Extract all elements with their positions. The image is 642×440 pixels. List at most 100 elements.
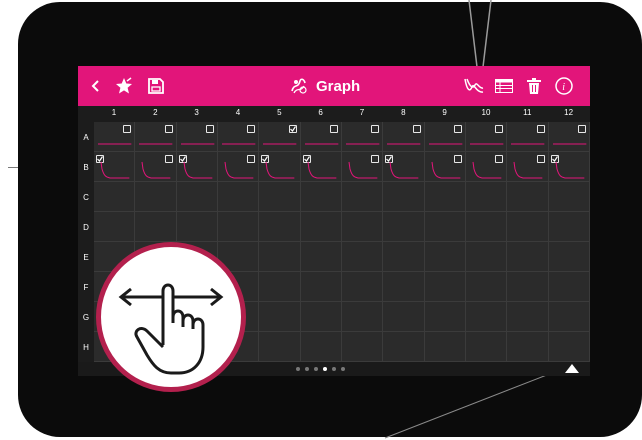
page-dot[interactable] (305, 367, 309, 371)
well-cell[interactable] (383, 122, 425, 152)
well-cell[interactable] (507, 152, 549, 182)
row-label: B (83, 163, 89, 172)
well-cell[interactable] (383, 302, 425, 332)
well-cell[interactable] (341, 302, 384, 332)
page-dot[interactable] (341, 367, 345, 371)
well-cell[interactable] (424, 182, 466, 212)
well-cell[interactable] (465, 242, 508, 272)
well-cell[interactable] (424, 272, 466, 302)
well-cell[interactable] (176, 122, 218, 152)
well-cell[interactable] (217, 122, 260, 152)
well-cell[interactable] (300, 122, 342, 152)
well-baseline-trace (98, 143, 132, 145)
well-cell[interactable] (341, 242, 384, 272)
well-cell[interactable] (424, 242, 466, 272)
well-cell[interactable] (507, 242, 549, 272)
well-cell[interactable] (300, 332, 342, 362)
well-cell[interactable] (176, 182, 218, 212)
well-cell[interactable] (383, 272, 425, 302)
column-label: 12 (564, 108, 574, 117)
page-dot[interactable] (332, 367, 336, 371)
well-cell[interactable] (548, 302, 590, 332)
well-cell[interactable] (341, 272, 384, 302)
well-cell[interactable] (259, 122, 301, 152)
well-cell[interactable] (383, 212, 425, 242)
well-cell[interactable] (135, 182, 177, 212)
well-cell[interactable] (135, 122, 177, 152)
well-cell[interactable] (259, 242, 301, 272)
well-cell[interactable] (383, 182, 425, 212)
well-cell[interactable] (300, 272, 342, 302)
page-dot[interactable] (296, 367, 300, 371)
table-view-button[interactable] (492, 74, 516, 98)
well-cell[interactable] (217, 182, 260, 212)
well-cell[interactable] (507, 122, 549, 152)
well-cell[interactable] (300, 152, 342, 182)
well-cell[interactable] (94, 212, 136, 242)
well-baseline-trace (263, 143, 297, 145)
well-cell[interactable] (548, 182, 590, 212)
well-cell[interactable] (548, 122, 590, 152)
well-cell[interactable] (465, 212, 508, 242)
well-cell[interactable] (548, 152, 590, 182)
well-cell[interactable] (548, 272, 590, 302)
well-cell[interactable] (259, 332, 301, 362)
well-cell[interactable] (465, 332, 508, 362)
well-cell[interactable] (424, 302, 466, 332)
well-cell[interactable] (465, 182, 508, 212)
info-button[interactable]: i (552, 74, 576, 98)
well-cell[interactable] (217, 152, 260, 182)
back-button[interactable] (84, 74, 108, 98)
well-cell[interactable] (176, 212, 218, 242)
well-cell[interactable] (259, 302, 301, 332)
well-cell[interactable] (465, 272, 508, 302)
page-dot[interactable] (314, 367, 318, 371)
well-baseline-trace (304, 143, 338, 145)
well-cell[interactable] (548, 332, 590, 362)
well-cell[interactable] (341, 332, 384, 362)
well-cell[interactable] (94, 152, 136, 182)
favorite-button[interactable] (112, 74, 136, 98)
well-cell[interactable] (300, 242, 342, 272)
well-cell[interactable] (300, 302, 342, 332)
well-cell[interactable] (424, 212, 466, 242)
well-cell[interactable] (383, 332, 425, 362)
well-cell[interactable] (300, 182, 342, 212)
well-cell[interactable] (176, 152, 218, 182)
well-cell[interactable] (341, 152, 384, 182)
well-cell[interactable] (341, 212, 384, 242)
well-baseline-trace (139, 143, 173, 145)
well-cell[interactable] (507, 212, 549, 242)
well-cell[interactable] (465, 122, 508, 152)
well-cell[interactable] (465, 302, 508, 332)
save-button[interactable] (144, 74, 168, 98)
well-cell[interactable] (383, 152, 425, 182)
well-cell[interactable] (259, 212, 301, 242)
well-cell[interactable] (424, 332, 466, 362)
scroll-up-icon[interactable] (564, 362, 580, 374)
well-cell[interactable] (341, 122, 384, 152)
well-cell[interactable] (94, 122, 136, 152)
well-cell[interactable] (135, 152, 177, 182)
well-cell[interactable] (217, 212, 260, 242)
page-dot[interactable] (323, 367, 327, 371)
well-cell[interactable] (424, 152, 466, 182)
well-cell[interactable] (135, 212, 177, 242)
well-cell[interactable] (259, 272, 301, 302)
well-cell[interactable] (548, 242, 590, 272)
well-cell[interactable] (259, 182, 301, 212)
well-cell[interactable] (259, 152, 301, 182)
well-cell[interactable] (548, 212, 590, 242)
delete-button[interactable] (522, 74, 546, 98)
well-cell[interactable] (507, 182, 549, 212)
well-cell[interactable] (507, 302, 549, 332)
well-cell[interactable] (341, 182, 384, 212)
well-cell[interactable] (424, 122, 466, 152)
well-cell[interactable] (465, 152, 508, 182)
well-cell[interactable] (300, 212, 342, 242)
well-cell[interactable] (383, 242, 425, 272)
well-cell[interactable] (507, 332, 549, 362)
well-cell[interactable] (94, 182, 136, 212)
graph-view-button[interactable] (462, 74, 486, 98)
well-cell[interactable] (507, 272, 549, 302)
